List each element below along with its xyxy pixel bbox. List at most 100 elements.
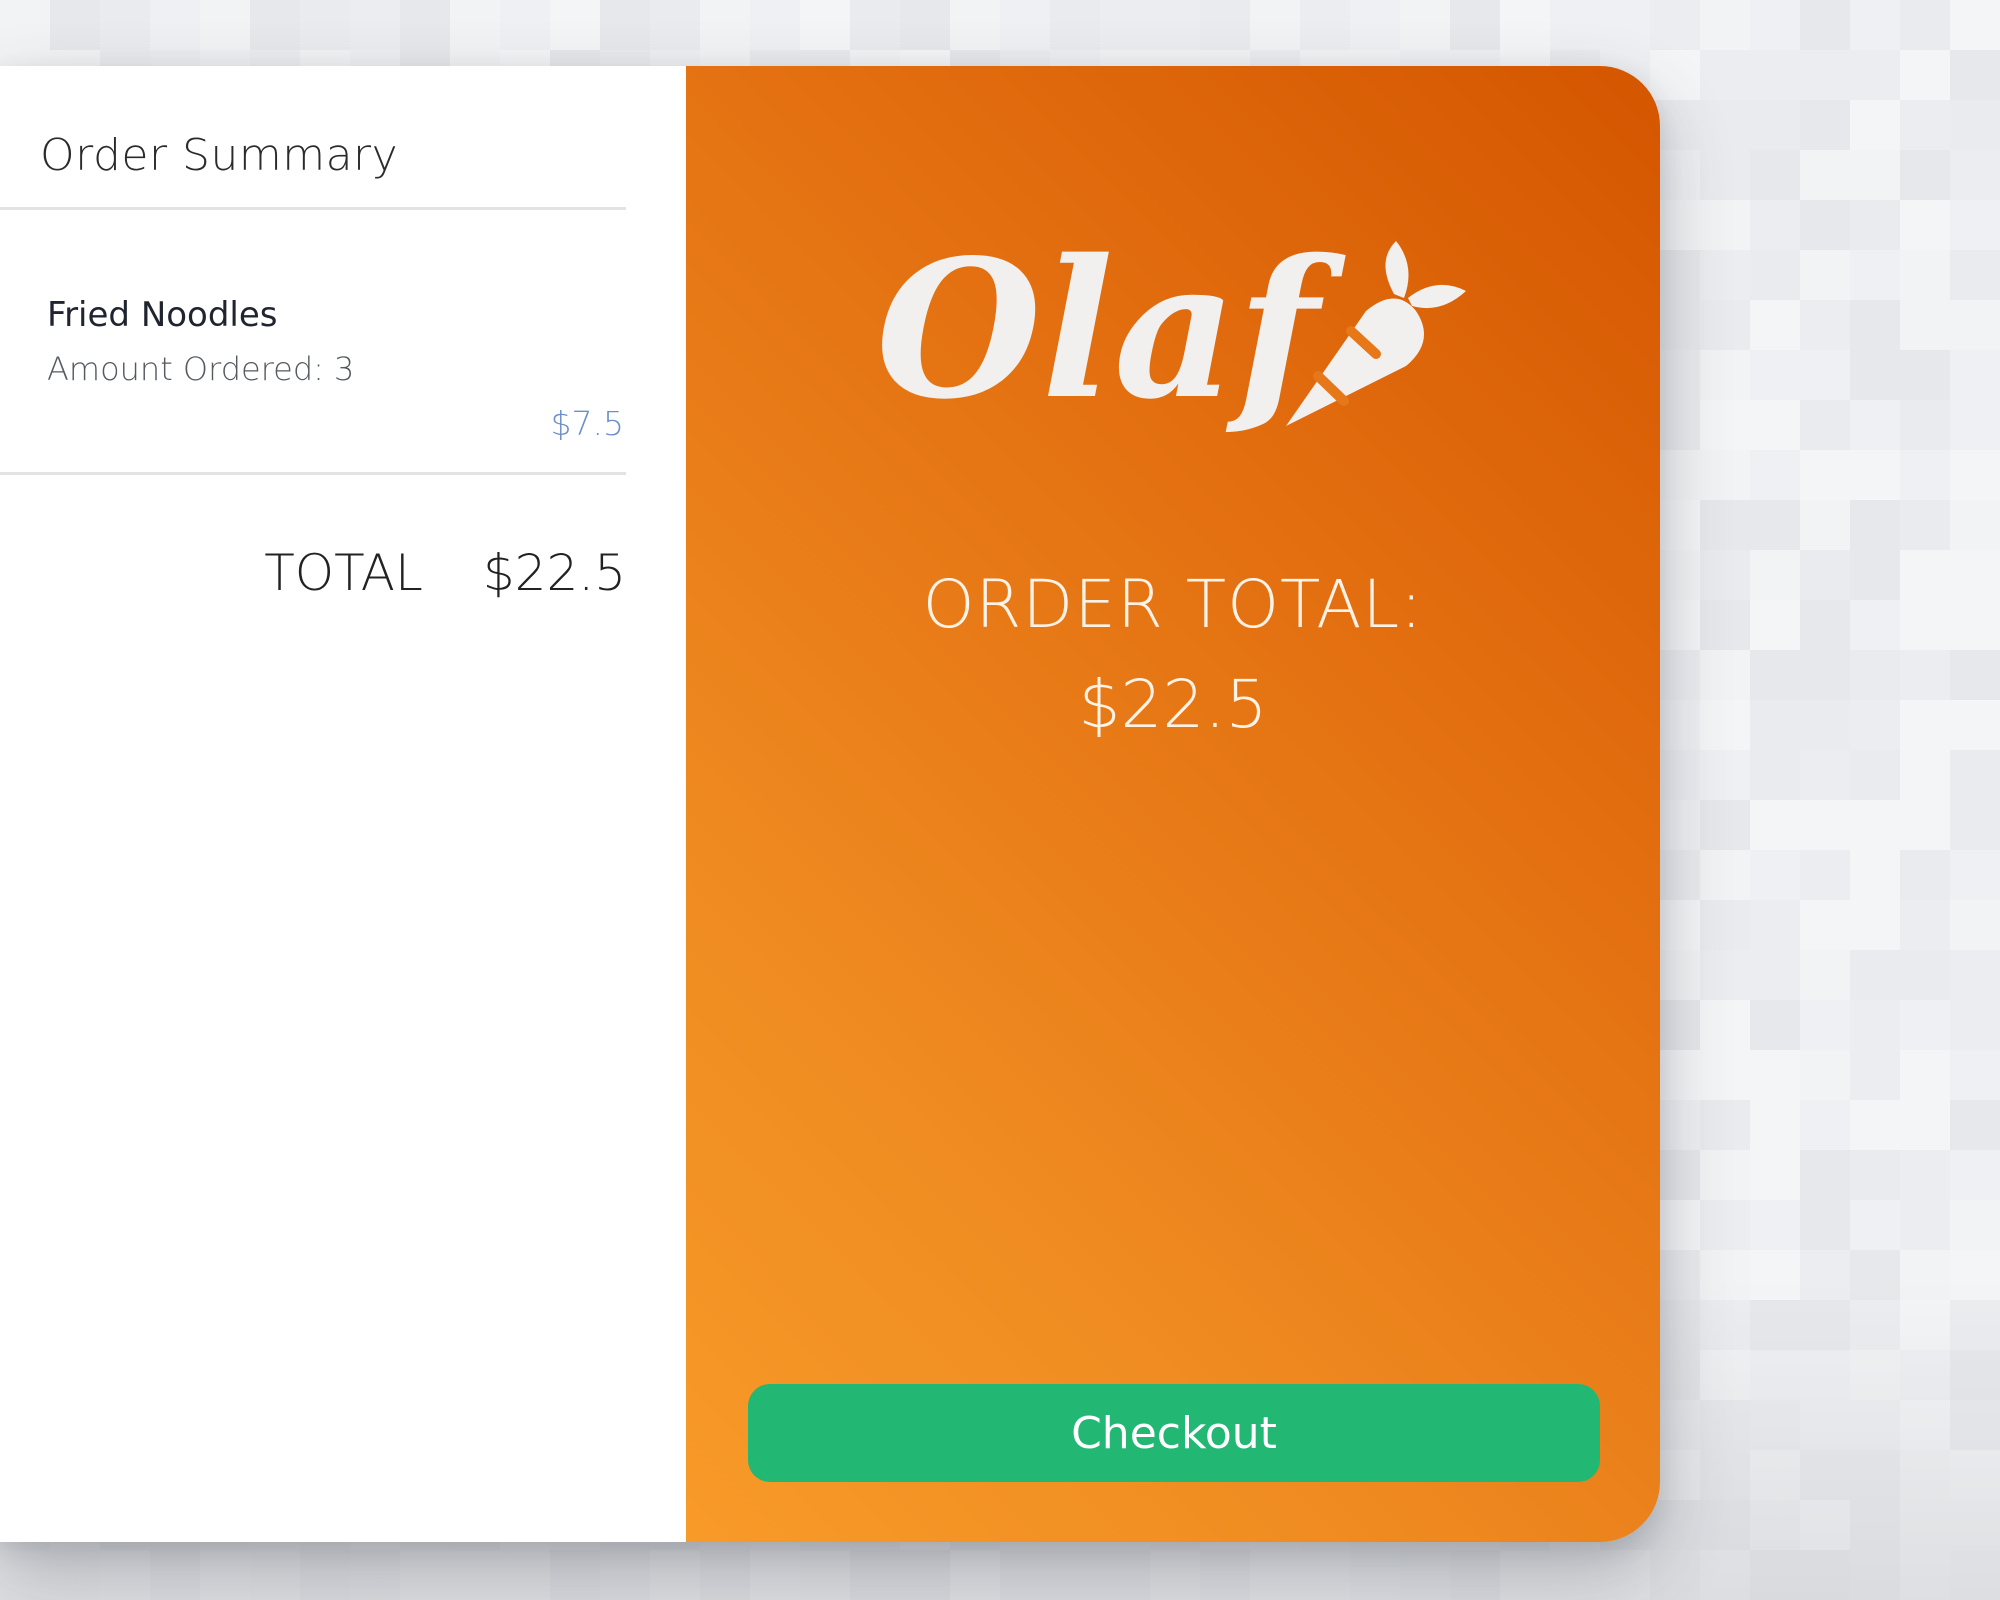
background-tile [1950, 1200, 2000, 1250]
background-tile [1350, 1550, 1400, 1600]
background-tile [100, 0, 150, 50]
background-tile [1900, 1200, 1950, 1250]
background-tile [1900, 1450, 1950, 1500]
background-tile [1850, 250, 1900, 300]
background-tile [1700, 750, 1750, 800]
background-tile [1750, 250, 1800, 300]
background-tile [1950, 1550, 2000, 1600]
background-tile [1900, 1150, 1950, 1200]
order-item: Fried Noodles Amount Ordered: 3 $7.5 [0, 207, 626, 472]
background-tile [1950, 750, 2000, 800]
background-tile [1900, 200, 1950, 250]
background-tile [1050, 0, 1100, 50]
background-tile [1900, 150, 1950, 200]
background-tile [750, 1550, 800, 1600]
background-tile [1850, 150, 1900, 200]
background-tile [950, 0, 1000, 50]
background-tile [1900, 950, 1950, 1000]
background-tile [1900, 650, 1950, 700]
background-tile [1700, 300, 1750, 350]
background-tile [1150, 0, 1200, 50]
background-tile [1050, 1550, 1100, 1600]
background-tile [50, 0, 100, 50]
background-tile [1800, 1200, 1850, 1250]
background-tile [1250, 0, 1300, 50]
background-tile [1750, 950, 1800, 1000]
background-tile [1700, 800, 1750, 850]
background-tile [150, 0, 200, 50]
background-tile [1750, 1500, 1800, 1550]
background-tile [1700, 1200, 1750, 1250]
background-tile [1950, 1150, 2000, 1200]
background-tile [1850, 200, 1900, 250]
background-tile [1900, 0, 1950, 50]
background-tile [0, 0, 50, 50]
background-tile [1700, 50, 1750, 100]
background-tile [1750, 1550, 1800, 1600]
background-tile [1900, 1050, 1950, 1100]
background-tile [1450, 1550, 1500, 1600]
background-tile [1800, 650, 1850, 700]
background-tile [1850, 1300, 1900, 1350]
background-tile [1900, 1100, 1950, 1150]
background-tile [1950, 1000, 2000, 1050]
background-tile [1750, 1400, 1800, 1450]
background-tile [1750, 800, 1800, 850]
background-tile [200, 0, 250, 50]
background-tile [1900, 450, 1950, 500]
background-tile [100, 1550, 150, 1600]
background-tile [1850, 1400, 1900, 1450]
background-tile [1850, 350, 1900, 400]
background-tile [1950, 1350, 2000, 1400]
background-tile [1850, 1000, 1900, 1050]
background-tile [1650, 1550, 1700, 1600]
background-tile [900, 1550, 950, 1600]
background-tile [1900, 1500, 1950, 1550]
background-tile [1850, 1550, 1900, 1600]
background-tile [1950, 950, 2000, 1000]
background-tile [1850, 1350, 1900, 1400]
background-tile [1700, 1150, 1750, 1200]
background-tile [1800, 1050, 1850, 1100]
order-item-quantity-label: Amount Ordered: [47, 350, 324, 388]
background-tile [1750, 500, 1800, 550]
olaf-logo: Olaf [876, 218, 1466, 441]
background-tile [1800, 1350, 1850, 1400]
logo-text: Olaf [876, 218, 1346, 441]
background-tile [1000, 0, 1050, 50]
background-tile [1400, 0, 1450, 50]
background-tile [1800, 450, 1850, 500]
background-tile [1850, 650, 1900, 700]
background-tile [1300, 0, 1350, 50]
background-tile [950, 1550, 1000, 1600]
background-tile [1900, 500, 1950, 550]
background-tile [1800, 0, 1850, 50]
background-tile [550, 0, 600, 50]
background-tile [1900, 350, 1950, 400]
background-tile [1750, 200, 1800, 250]
background-tile [1900, 300, 1950, 350]
background-tile [1950, 450, 2000, 500]
background-tile [1950, 1300, 2000, 1350]
background-tile [200, 1550, 250, 1600]
background-tile [1950, 650, 2000, 700]
background-tile [1400, 1550, 1450, 1600]
background-tile [1700, 500, 1750, 550]
background-tile [1700, 1400, 1750, 1450]
background-tile [1650, 0, 1700, 50]
background-tile [1950, 550, 2000, 600]
background-tile [1800, 700, 1850, 750]
background-tile [1750, 300, 1800, 350]
background-tile [1850, 1250, 1900, 1300]
background-tile [1800, 950, 1850, 1000]
checkout-panel: Olaf ORDER TOTAL: $22.5 Checkout [686, 66, 1660, 1542]
background-tile [1750, 1150, 1800, 1200]
background-tile [1950, 1500, 2000, 1550]
background-tile [1700, 550, 1750, 600]
background-tile [400, 0, 450, 50]
checkout-button[interactable]: Checkout [748, 1384, 1600, 1482]
background-tile [1900, 800, 1950, 850]
background-tile [1500, 1550, 1550, 1600]
background-tile [1300, 1550, 1350, 1600]
background-tile [1750, 150, 1800, 200]
